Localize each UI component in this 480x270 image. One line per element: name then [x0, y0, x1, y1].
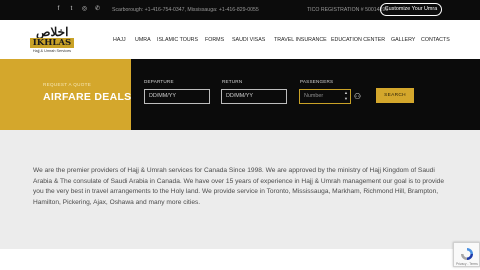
facebook-icon[interactable]: f	[55, 6, 62, 13]
main-nav: HAJJ UMRA ISLAMIC TOURS FORMS SAUDI VISA…	[0, 37, 480, 45]
phone-numbers: Scarborough: +1-416-754-0347, Mississaug…	[112, 7, 259, 13]
recaptcha-links[interactable]: Privacy - Terms	[456, 262, 478, 266]
site-header: اخلاص IKHLAS Hajj & Umrah Services HAJJ …	[0, 20, 480, 59]
top-bar: f t ◎ ✆ Scarborough: +1-416-754-0347, Mi…	[0, 0, 480, 20]
nav-item-travel-insurance[interactable]: TRAVEL INSURANCE	[274, 37, 327, 43]
nav-item-umra[interactable]: UMRA	[135, 37, 151, 43]
passengers-stepper-icon[interactable]: ▲ ▼	[342, 90, 350, 103]
departure-date-input[interactable]: DD/MM/YY	[144, 89, 210, 104]
tico-registration: TICO REGISTRATION # 50014898	[307, 7, 389, 13]
nav-item-forms[interactable]: FORMS	[205, 37, 224, 43]
nav-item-contacts[interactable]: CONTACTS	[421, 37, 450, 43]
return-label: RETURN	[222, 79, 243, 84]
social-links: f t ◎ ✆	[55, 6, 101, 13]
request-quote-label: REQUEST A QUOTE	[43, 82, 92, 87]
nav-item-education-center[interactable]: EDUCATION CENTER	[331, 37, 385, 43]
passengers-label: PASSENGERS	[300, 79, 334, 84]
customize-umra-button[interactable]: Customize Your Umra	[380, 3, 442, 16]
departure-label: DEPARTURE	[144, 79, 174, 84]
users-icon: ⚇	[353, 92, 362, 101]
airfare-deals-title: AIRFARE DEALS	[43, 91, 132, 103]
instagram-icon[interactable]: ◎	[81, 6, 88, 13]
return-date-input[interactable]: DD/MM/YY	[221, 89, 287, 104]
nav-item-saudi-visas[interactable]: SAUDI VISAS	[232, 37, 265, 43]
recaptcha-icon	[461, 248, 473, 260]
airfare-deals-section: REQUEST A QUOTE AIRFARE DEALS DEPARTURE …	[0, 59, 480, 130]
recaptcha-badge[interactable]: Privacy - Terms	[453, 242, 480, 267]
nav-item-hajj[interactable]: HAJJ	[113, 37, 126, 43]
search-button[interactable]: SEARCH	[376, 88, 414, 103]
twitter-icon[interactable]: t	[68, 6, 75, 13]
nav-item-gallery[interactable]: GALLERY	[391, 37, 415, 43]
footer-strip	[0, 249, 480, 270]
nav-item-islamic-tours[interactable]: ISLAMIC TOURS	[157, 37, 198, 43]
about-text: We are the premier providers of Hajj & U…	[33, 167, 445, 207]
logo-tagline: Hajj & Umrah Services	[32, 49, 72, 53]
whatsapp-icon[interactable]: ✆	[94, 6, 101, 13]
